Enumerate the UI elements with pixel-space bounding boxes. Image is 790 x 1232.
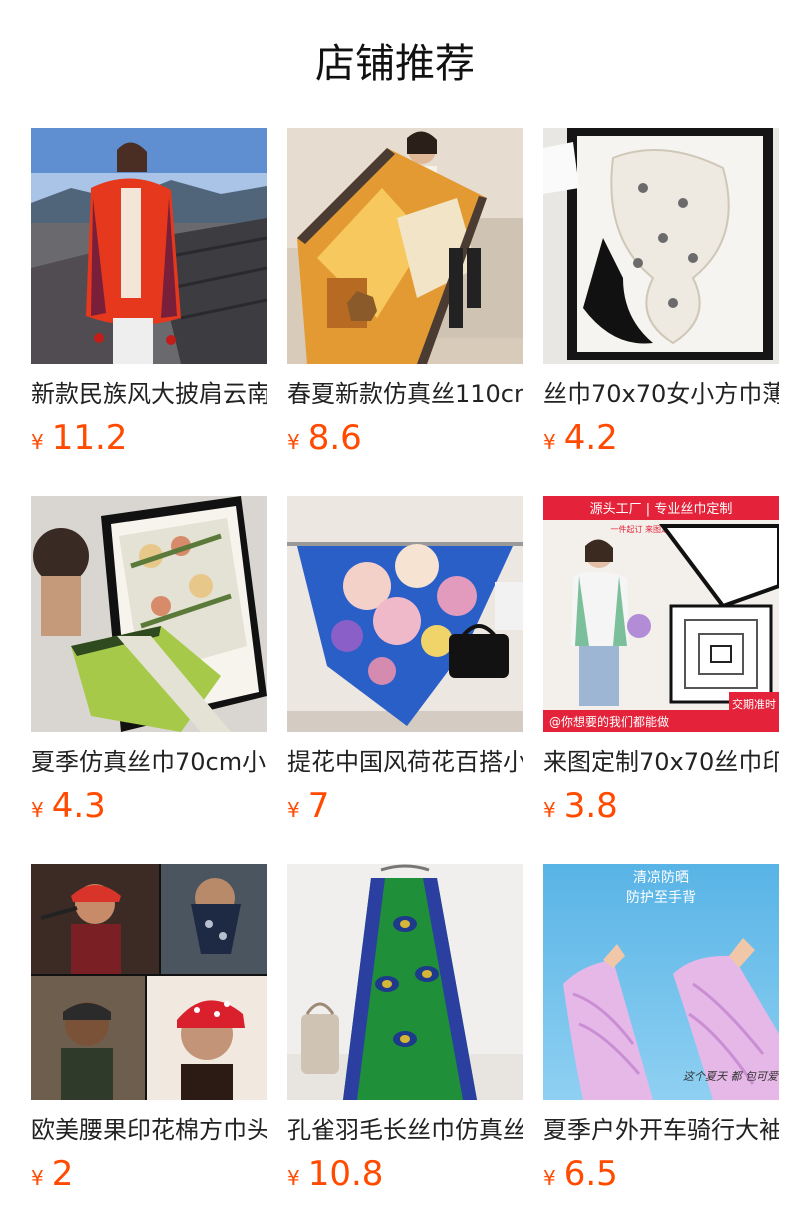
currency-symbol: ¥ — [543, 798, 556, 822]
currency-symbol: ¥ — [543, 430, 556, 454]
product-price: ¥11.2 — [31, 418, 267, 464]
bandana-collage-photo[interactable] — [31, 864, 267, 1100]
price-value: 8.6 — [307, 418, 362, 458]
currency-symbol: ¥ — [31, 1166, 44, 1190]
price-value: 2 — [51, 1154, 74, 1194]
product-name[interactable]: 欧美腰果印花棉方巾头 — [31, 1114, 267, 1146]
ad-corner-text: 交期准时 — [732, 697, 776, 711]
product-card[interactable]: 欧美腰果印花棉方巾头 ¥2 — [31, 864, 267, 1200]
red-shawl-model-photo[interactable] — [31, 128, 267, 364]
price-value: 7 — [307, 786, 330, 826]
ad-script: 这个夏天 都 包可爱 — [683, 1070, 779, 1083]
peacock-scarf-photo[interactable] — [287, 864, 523, 1100]
currency-symbol: ¥ — [287, 430, 300, 454]
product-name[interactable]: 夏季仿真丝巾70cm小 — [31, 746, 267, 778]
sun-sleeves-photo[interactable]: 清凉防晒 防护至手背 这个夏天 都 包可爱 — [543, 864, 779, 1100]
product-card[interactable]: 孔雀羽毛长丝巾仿真丝 ¥10.8 — [287, 864, 523, 1200]
floral-scarf-frame-photo[interactable] — [31, 496, 267, 732]
price-value: 11.2 — [51, 418, 128, 458]
product-price: ¥6.5 — [543, 1154, 779, 1200]
ad-banner-text: 源头工厂 | 专业丝巾定制 — [590, 502, 733, 517]
product-name[interactable]: 来图定制70x70丝巾印 — [543, 746, 779, 778]
product-name[interactable]: 丝巾70x70女小方巾薄 — [543, 378, 779, 410]
product-name[interactable]: 夏季户外开车骑行大袖 — [543, 1114, 779, 1146]
currency-symbol: ¥ — [543, 1166, 556, 1190]
peony-blue-scarf-photo[interactable] — [287, 496, 523, 732]
ad-line1: 清凉防晒 — [633, 870, 689, 886]
product-card[interactable]: 丝巾70x70女小方巾薄 ¥4.2 — [543, 128, 779, 464]
price-value: 4.2 — [563, 418, 618, 458]
product-price: ¥2 — [31, 1154, 267, 1200]
product-card[interactable]: 春夏新款仿真丝110cm ¥8.6 — [287, 128, 523, 464]
ad-line2: 防护至手背 — [626, 890, 696, 906]
price-value: 10.8 — [307, 1154, 384, 1194]
product-price: ¥8.6 — [287, 418, 523, 464]
product-price: ¥3.8 — [543, 786, 779, 832]
currency-symbol: ¥ — [287, 798, 300, 822]
product-grid: 新款民族风大披肩云南 ¥11.2 春夏新款仿真丝110cm ¥ 8.6 丝巾70… — [0, 0, 790, 1232]
price-value: 4.3 — [51, 786, 106, 826]
product-card[interactable]: 源头工厂 | 专业丝巾定制 一件起订 来图定制 快速出货 @你想要的我们都能做 … — [543, 496, 779, 832]
product-card[interactable]: 清凉防晒 防护至手背 这个夏天 都 包可爱 夏季户外开车骑行大袖 ¥6.5 — [543, 864, 779, 1200]
product-card[interactable]: 提花中国风荷花百搭小 ¥7 — [287, 496, 523, 832]
product-name[interactable]: 春夏新款仿真丝110cm — [287, 378, 523, 410]
price-value: 3.8 — [563, 786, 618, 826]
currency-symbol: ¥ — [31, 798, 44, 822]
product-card[interactable]: 新款民族风大披肩云南 ¥11.2 — [31, 128, 267, 464]
price-value: 6.5 — [563, 1154, 618, 1194]
product-name[interactable]: 孔雀羽毛长丝巾仿真丝 — [287, 1114, 523, 1146]
product-name[interactable]: 提花中国风荷花百搭小 — [287, 746, 523, 778]
white-print-scarf-frame-photo[interactable] — [543, 128, 779, 364]
currency-symbol: ¥ — [31, 430, 44, 454]
product-price: ¥10.8 — [287, 1154, 523, 1200]
orange-horse-print-scarf-photo[interactable] — [287, 128, 523, 364]
product-price: ¥4.2 — [543, 418, 779, 464]
product-name[interactable]: 新款民族风大披肩云南 — [31, 378, 267, 410]
product-price: ¥7 — [287, 786, 523, 832]
product-card[interactable]: 夏季仿真丝巾70cm小 ¥4.3 — [31, 496, 267, 832]
product-price: ¥4.3 — [31, 786, 267, 832]
custom-scarf-ad-photo[interactable]: 源头工厂 | 专业丝巾定制 一件起订 来图定制 快速出货 @你想要的我们都能做 … — [543, 496, 779, 732]
currency-symbol: ¥ — [287, 1166, 300, 1190]
ad-bottom-text: @你想要的我们都能做 — [549, 714, 669, 729]
